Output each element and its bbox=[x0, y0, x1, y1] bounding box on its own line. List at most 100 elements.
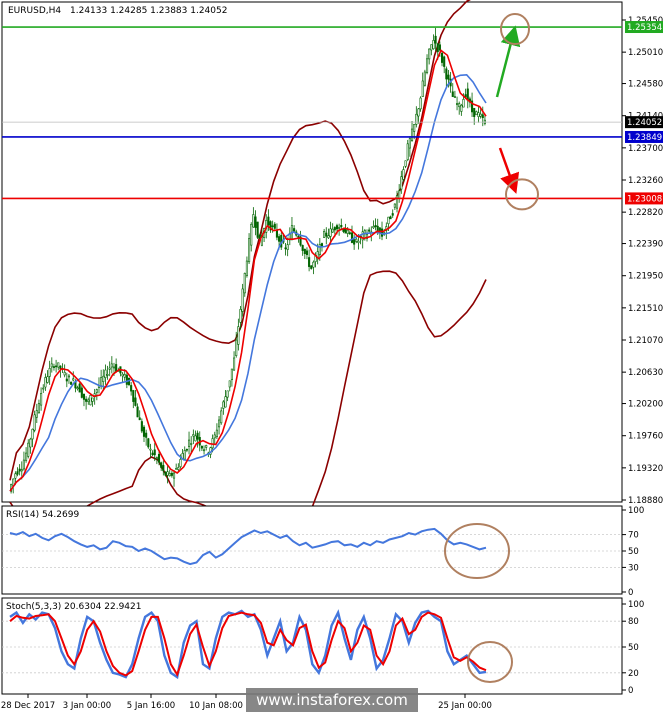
price-tick-label: 1.21070 bbox=[628, 336, 663, 346]
price-tick-label: 1.21510 bbox=[628, 304, 663, 314]
candle-body bbox=[286, 244, 289, 250]
candle-body bbox=[123, 374, 126, 378]
candle-body bbox=[380, 228, 384, 237]
candle-body bbox=[395, 195, 399, 209]
level-tag-label-1: 1.23849 bbox=[627, 133, 662, 143]
candle-body bbox=[177, 467, 180, 470]
candle-body bbox=[172, 472, 176, 479]
candle-body bbox=[72, 378, 75, 381]
candle-body bbox=[112, 366, 116, 369]
candle-body bbox=[333, 227, 336, 231]
rsi-panel: 100 70 50 30 0 RSI(14) 54.2699 bbox=[1, 505, 644, 598]
candle-body bbox=[29, 438, 32, 448]
candle-body bbox=[479, 113, 482, 117]
candle-body bbox=[410, 128, 414, 142]
candle-body bbox=[211, 438, 214, 449]
candle-body bbox=[87, 399, 90, 402]
candle-body bbox=[275, 230, 278, 238]
ohlc-readout: 1.24133 1.24285 1.23883 1.24052 bbox=[70, 6, 227, 16]
price-panel: 1.254501.250101.245801.241401.237001.232… bbox=[1, 0, 663, 582]
candle-body bbox=[183, 450, 186, 460]
candle-body bbox=[22, 459, 25, 470]
candle-body bbox=[413, 124, 416, 132]
time-tick-label: 25 Jan 00:00 bbox=[438, 701, 492, 711]
candle-body bbox=[145, 432, 148, 438]
candle-body bbox=[104, 369, 107, 378]
sub-tick-label: 20 bbox=[628, 669, 639, 679]
candle-body bbox=[106, 374, 109, 376]
sub-tick-label: 70 bbox=[628, 531, 639, 541]
candle-body bbox=[460, 104, 463, 112]
candle-body bbox=[215, 429, 218, 438]
candle-body bbox=[70, 381, 73, 385]
candle-body bbox=[95, 389, 98, 393]
level-tag-label-2: 1.23008 bbox=[627, 194, 662, 204]
candle-body bbox=[434, 35, 437, 44]
candle-body bbox=[357, 240, 360, 244]
candle-body bbox=[50, 363, 53, 368]
candle-body bbox=[440, 52, 444, 63]
price-tick-label: 1.25010 bbox=[628, 48, 663, 58]
candle-body bbox=[162, 464, 165, 472]
candle-body bbox=[284, 247, 287, 250]
candle-body bbox=[278, 236, 281, 242]
candle-body bbox=[346, 229, 349, 234]
candle-body bbox=[130, 385, 133, 392]
sub-tick-label: 50 bbox=[628, 547, 639, 557]
candle-body bbox=[102, 375, 105, 382]
candle-body bbox=[256, 221, 259, 238]
symbol-title: EURUSD,H4 1.24133 1.24285 1.23883 1.2405… bbox=[8, 6, 227, 16]
candle-body bbox=[271, 225, 274, 228]
candle-body bbox=[477, 112, 480, 117]
candle-body bbox=[428, 48, 431, 60]
candle-body bbox=[205, 445, 208, 448]
candle-body bbox=[406, 143, 409, 160]
candle-body bbox=[325, 232, 328, 237]
candle-body bbox=[20, 469, 23, 472]
candle-body bbox=[31, 428, 34, 440]
candle-body bbox=[237, 326, 240, 345]
candle-body bbox=[235, 339, 238, 356]
watermark-text: www.instaforex.com bbox=[256, 691, 408, 709]
candle-body bbox=[430, 44, 433, 51]
candle-body bbox=[323, 230, 326, 238]
candle-body bbox=[35, 410, 38, 418]
candle-body bbox=[417, 108, 420, 117]
candle-body bbox=[220, 410, 223, 424]
candle-body bbox=[136, 406, 139, 418]
candle-body bbox=[80, 387, 83, 398]
candle-body bbox=[239, 309, 242, 323]
sub-tick-label: 0 bbox=[628, 686, 633, 696]
sub-tick-label: 100 bbox=[628, 506, 644, 516]
candle-body bbox=[350, 232, 354, 243]
candle-body bbox=[348, 232, 351, 235]
candle-body bbox=[125, 374, 128, 385]
candle-body bbox=[303, 248, 306, 254]
price-tick-label: 1.19320 bbox=[628, 464, 663, 474]
candle-body bbox=[185, 448, 188, 451]
candle-body bbox=[115, 364, 118, 372]
candle-body bbox=[228, 380, 231, 388]
candle-body bbox=[132, 390, 135, 402]
candle-body bbox=[243, 273, 246, 294]
candle-body bbox=[230, 368, 233, 381]
candle-body bbox=[192, 434, 195, 437]
candle-body bbox=[153, 449, 156, 456]
candle-body bbox=[368, 229, 371, 232]
watermark: www.instaforex.com bbox=[246, 688, 418, 712]
price-tick-label: 1.22820 bbox=[628, 208, 663, 218]
candle-body bbox=[134, 397, 137, 406]
candle-body bbox=[224, 396, 227, 408]
candle-body bbox=[76, 387, 79, 390]
candle-body bbox=[149, 448, 152, 451]
candle-body bbox=[451, 91, 454, 97]
candle-body bbox=[312, 261, 315, 268]
price-tick-label: 1.22390 bbox=[628, 240, 663, 250]
candle-body bbox=[415, 113, 418, 125]
candle-body bbox=[267, 216, 270, 226]
candle-body bbox=[273, 223, 276, 229]
candle-body bbox=[329, 228, 332, 237]
candle-body bbox=[85, 398, 88, 402]
candle-body bbox=[187, 439, 191, 447]
candle-body bbox=[423, 71, 426, 86]
